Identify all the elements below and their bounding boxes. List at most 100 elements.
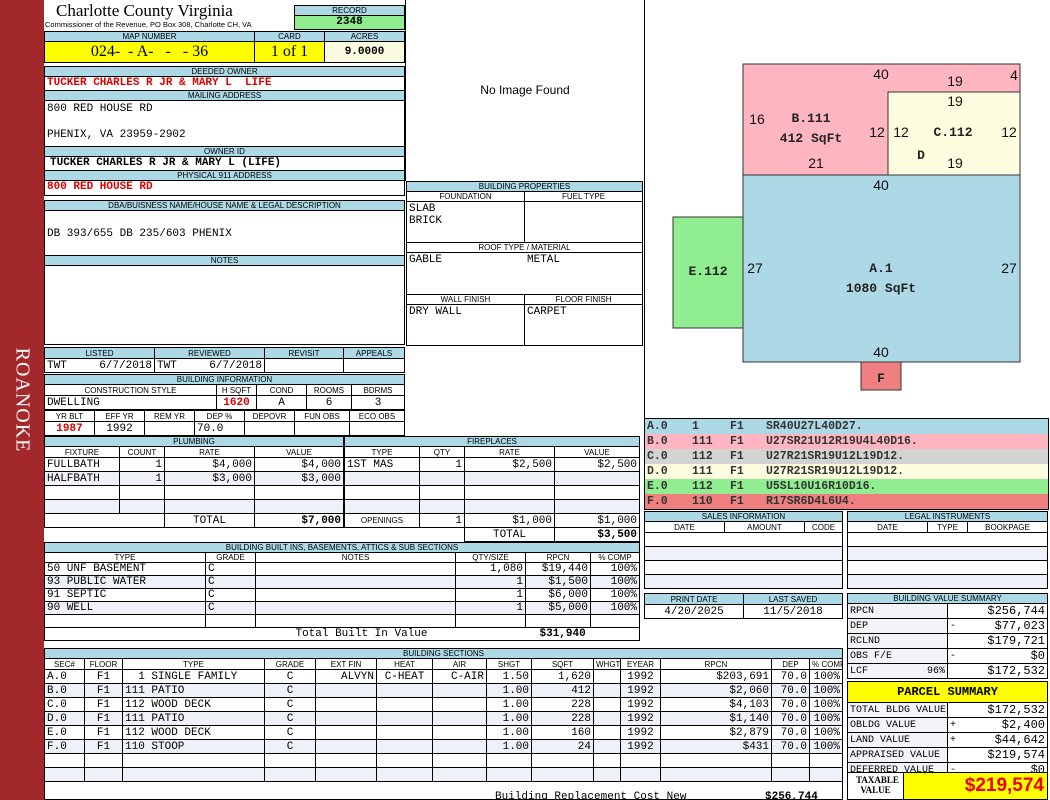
fireplace-row-cell bbox=[419, 471, 465, 486]
openings-qty: 1 bbox=[419, 513, 465, 528]
code-path: U27R21SR19U12L19D12. bbox=[766, 450, 905, 463]
openings-value: $1,000 bbox=[554, 513, 640, 528]
parcel-summary-row: TOTAL BLDG VALUE $172,532 bbox=[847, 702, 1048, 718]
wall-finish: DRY WALL bbox=[406, 304, 525, 346]
section-row-cell: D.0 bbox=[44, 711, 85, 726]
section-row-cell bbox=[376, 697, 433, 712]
hsqft-header: H SQFT bbox=[216, 384, 257, 396]
builtin-row-cell: C bbox=[205, 562, 256, 576]
parcel-summary-sign: + bbox=[947, 717, 968, 733]
code-path: R17SR6D4L6U4. bbox=[766, 495, 856, 508]
section-row-cell: C bbox=[264, 725, 316, 740]
builtin-row-cell bbox=[44, 614, 206, 628]
builtin-row-cell: 1,080 bbox=[455, 562, 526, 576]
parcel-summary-value: $172,532 bbox=[967, 702, 1048, 718]
acres-value: 9.0000 bbox=[324, 41, 405, 63]
depovr bbox=[244, 421, 295, 436]
listed-header: LISTED bbox=[44, 347, 155, 359]
owner-id: TUCKER CHARLES R JR & MARY L (LIFE) bbox=[44, 156, 405, 171]
section-row-cell bbox=[376, 739, 433, 754]
value-header: VALUE bbox=[254, 446, 344, 458]
code-floor: F1 bbox=[730, 465, 744, 478]
sketch-label-c: C.112 bbox=[933, 125, 972, 140]
section-row-cell: C bbox=[264, 739, 316, 754]
cond-header: COND bbox=[256, 384, 307, 396]
page-subtitle: Commissioner of the Revenue, PO Box 308,… bbox=[45, 20, 252, 29]
openings-rate: $1,000 bbox=[464, 513, 555, 528]
dim-label: 12 bbox=[1001, 124, 1017, 140]
section-row-cell: 1 SINGLE FAMILY bbox=[122, 669, 265, 684]
bdrms-header: BDRMS bbox=[351, 384, 405, 396]
print-date-label: PRINT DATE bbox=[644, 593, 744, 605]
mailing-line-1: 800 RED HOUSE RD bbox=[47, 103, 153, 115]
parcel-summary-label: TOTAL BLDG VALUE bbox=[847, 702, 948, 718]
fireplace-row-cell bbox=[344, 485, 420, 500]
dim-label: 27 bbox=[747, 260, 763, 276]
replacement-cost-label: Building Replacement Cost New bbox=[495, 790, 687, 800]
sales-row bbox=[644, 546, 843, 561]
section-row-cell: 111 PATIO bbox=[122, 683, 265, 698]
summary-label-text: LCF bbox=[850, 665, 869, 677]
section-row-cell: B.0 bbox=[44, 683, 85, 698]
section-row-cell: F1 bbox=[84, 711, 123, 726]
sketch-area: A.1 1080 SqFt B.111 412 SqFt C.112 D E.1… bbox=[644, 0, 1050, 419]
section-header: % COMP bbox=[809, 658, 843, 670]
code-floor: F1 bbox=[730, 435, 744, 448]
sketch-label-b: B.111 bbox=[791, 111, 830, 126]
section-row-cell: 110 STOOP bbox=[122, 739, 265, 754]
fireplace-row: 1ST MAS 1 $2,500 $2,500 bbox=[344, 457, 640, 472]
parcel-summary-row: APPRAISED VALUE $219,574 bbox=[847, 747, 1048, 763]
rem-yr-header: REM YR bbox=[144, 410, 195, 422]
legal-row bbox=[847, 574, 1048, 589]
legal-description: DB 393/655 DB 235/603 PHENIX bbox=[44, 210, 405, 256]
sketch-code-row: E.0 112 F1 U5SL10U16R10D16. bbox=[645, 479, 1048, 494]
plumbing-table: FIXTURE COUNT RATE VALUE FULLBATH 1 $4,000 $4,… bbox=[44, 446, 344, 528]
appeals-header: APPEALS bbox=[343, 347, 405, 359]
review-table: LISTED REVIEWED REVISIT APPEALS TWT 6/7/2018… bbox=[44, 347, 405, 373]
section-header: HEAT bbox=[376, 658, 433, 670]
section-row-cell bbox=[809, 753, 843, 768]
section-row-cell: F1 bbox=[84, 725, 123, 740]
builtin-row-cell bbox=[205, 614, 256, 628]
section-row-cell: $1,140 bbox=[660, 711, 772, 726]
mailing-address: 800 RED HOUSE RD PHENIX, VA 23959-2902 bbox=[44, 100, 405, 147]
section-header: TYPE bbox=[122, 658, 265, 670]
code-code: 110 bbox=[692, 495, 713, 508]
section-row-cell: E.0 bbox=[44, 725, 85, 740]
print-date: 4/20/2025 bbox=[644, 604, 744, 619]
code-sec: F.0 bbox=[647, 495, 668, 508]
code-floor: F1 bbox=[730, 420, 744, 433]
value-summary-row: DEP - $77,023 bbox=[847, 618, 1048, 634]
builtins-total: $31,940 bbox=[525, 627, 640, 641]
section-row-cell: C.0 bbox=[44, 697, 85, 712]
code-code: 111 bbox=[692, 465, 713, 478]
sales-date-header: DATE bbox=[644, 521, 725, 533]
rooms: 6 bbox=[306, 395, 352, 410]
fireplace-row-cell bbox=[464, 471, 555, 486]
sketch-label-f: F bbox=[877, 371, 885, 386]
summary-sign bbox=[947, 633, 968, 649]
parcel-summary-row: OBLDG VALUE + $2,400 bbox=[847, 717, 1048, 733]
section-row-cell bbox=[593, 669, 621, 684]
revisit-header: REVISIT bbox=[264, 347, 344, 359]
dim-label: 40 bbox=[873, 66, 889, 82]
section-row-cell: C bbox=[264, 711, 316, 726]
fun-obs bbox=[294, 421, 350, 436]
section-header: WHGT bbox=[593, 658, 621, 670]
reviewed-header: REVIEWED bbox=[154, 347, 265, 359]
eff-yr: 1992 bbox=[94, 421, 145, 436]
summary-label-text: OBS F/E bbox=[850, 650, 893, 662]
rem-yr bbox=[144, 421, 195, 436]
count-header: COUNT bbox=[119, 446, 165, 458]
value-summary-row: LCF 96% $172,532 bbox=[847, 663, 1048, 679]
plumbing-row-cell: $3,000 bbox=[164, 471, 255, 486]
dim-label: 16 bbox=[749, 111, 765, 127]
yr-blt: 1987 bbox=[44, 421, 95, 436]
section-header: FLOOR bbox=[84, 658, 123, 670]
section-row-cell bbox=[432, 711, 487, 726]
fixture-header: FIXTURE bbox=[44, 446, 120, 458]
summary-sign bbox=[947, 663, 968, 679]
sketch-area-a: 1080 SqFt bbox=[846, 281, 916, 296]
summary-percent: 96% bbox=[926, 665, 945, 677]
dep-pct: 70.0 bbox=[194, 421, 245, 436]
